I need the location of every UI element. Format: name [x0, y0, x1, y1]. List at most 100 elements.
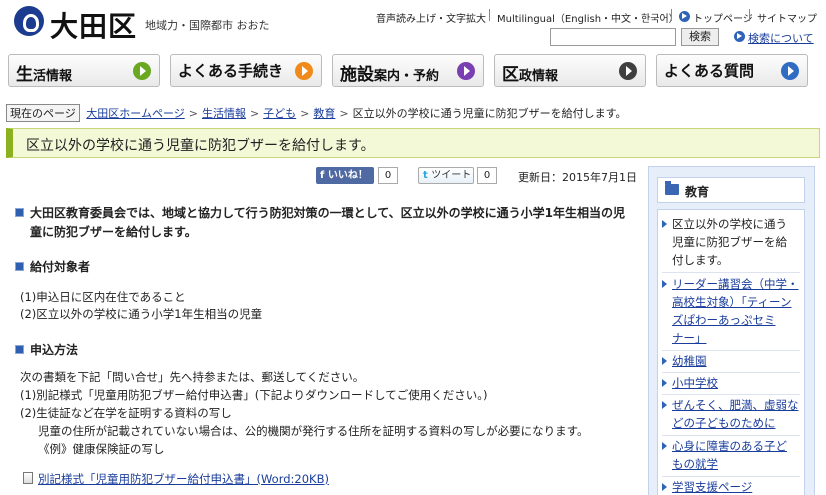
page-title-bar: 区立以外の学校に通う児童に防犯ブザーを給付します。: [6, 128, 820, 158]
util-divider: [489, 9, 490, 21]
sidebar-divider: [662, 394, 800, 395]
like-count: 0: [378, 167, 398, 184]
sidebar-divider: [662, 476, 800, 477]
page-title: 区立以外の学校に通う児童に防犯ブザーを給付します。: [26, 138, 375, 154]
tweet-count: 0: [477, 167, 497, 184]
apply-line: (2)生徒証など在学を証明する資料の写し: [20, 406, 232, 420]
sidebar-item-study-support[interactable]: 学習支援ページ: [662, 478, 800, 495]
breadcrumb-separator: >: [188, 107, 198, 120]
sidebar-divider: [662, 350, 800, 351]
sidebar-item-line[interactable]: どの子どものために: [662, 414, 800, 432]
triangle-bullet-icon: [662, 401, 667, 409]
triangle-bullet-icon: [662, 379, 667, 387]
site-header: 大田区 地域力・国際都市 おおた 音声読み上げ・文字拡大 Multilingua…: [0, 0, 826, 50]
nav-label: 政情報: [519, 69, 559, 84]
sidebar-item-line[interactable]: 高校生対象）「ティーン: [662, 293, 800, 311]
arrow-circle-icon: [619, 62, 637, 80]
sidebar-item-line: 区立以外の学校に通う: [672, 217, 787, 231]
sidebar-item-leader-seminar[interactable]: リーダー講習会（中学・ 高校生対象）「ティーン ズぱわーあっぷセミ ナー」: [662, 275, 800, 347]
sidebar-item-line[interactable]: 学習支援ページ: [662, 478, 800, 495]
arrow-circle-icon: [679, 11, 690, 22]
breadcrumb-home[interactable]: 大田区ホームページ: [86, 107, 184, 120]
tweet-button[interactable]: t ツイート: [418, 167, 474, 184]
sidebar-item-line[interactable]: 幼稚園: [662, 352, 800, 370]
breadcrumb-education[interactable]: 教育: [313, 107, 335, 120]
sidebar-item-current: 区立以外の学校に通う 児童に防犯ブザーを給 付します。: [662, 215, 800, 269]
facebook-icon: f: [320, 170, 328, 181]
breadcrumb-separator: >: [339, 107, 349, 120]
sidebar-item-line: 付します。: [672, 253, 729, 267]
tweet-label: ツイート: [431, 170, 472, 181]
sidebar-item-schools[interactable]: 小中学校: [662, 374, 800, 392]
breadcrumb: 現在のページ 大田区ホームページ > 生活情報 > 子ども > 教育 > 区立以外の学校に通う児…: [6, 104, 627, 122]
search-help-link[interactable]: 検索について: [748, 30, 814, 46]
sidebar-item-line[interactable]: もの就学: [662, 455, 800, 473]
site-tagline: 地域力・国際都市 おおた: [145, 19, 270, 32]
like-label: いいね！: [327, 170, 368, 181]
word-document-icon: [23, 472, 33, 484]
arrow-circle-icon: [734, 31, 745, 42]
breadcrumb-separator: >: [249, 107, 260, 120]
nav-label: よくある質問: [664, 62, 755, 80]
nav-faq[interactable]: よくある質問: [656, 54, 808, 87]
breadcrumb-current: 区立以外の学校に通う児童に防犯ブザーを給付します。: [352, 107, 627, 120]
sidebar-item-kindergarten[interactable]: 幼稚園: [662, 352, 800, 370]
sidebar-divider: [662, 435, 800, 436]
sidebar-heading: 教育: [685, 185, 710, 199]
util-divider: [671, 9, 672, 21]
nav-label: 活情報: [33, 69, 73, 84]
sitemap-link[interactable]: サイトマップ: [757, 10, 817, 25]
heading-square-icon: [15, 262, 24, 271]
nav-label-big: 区: [502, 65, 519, 85]
heading-square-icon: [15, 345, 24, 354]
nav-common-procedures[interactable]: よくある手続き: [170, 54, 322, 87]
sidebar-item-line[interactable]: 小中学校: [662, 374, 800, 392]
breadcrumb-current-label: 現在のページ: [6, 104, 80, 122]
sidebar-list: 区立以外の学校に通う 児童に防犯ブザーを給 付します。 リーダー講習会（中学・ …: [657, 209, 805, 495]
eligibility-item: (1)申込日に区内在住であること: [20, 290, 186, 304]
breadcrumb-life-info[interactable]: 生活情報: [202, 107, 246, 120]
sidebar-item-line[interactable]: ぜんそく、肥満、虚弱な: [662, 396, 800, 414]
lead-paragraph: 大田区教育委員会では、地域と協力して行う防犯対策の一環として、区立以外の学校に通…: [30, 206, 626, 239]
application-form-download-link[interactable]: 別記様式「児童用防犯ブザー給付申込書」(Word:20KB): [38, 471, 329, 487]
nav-label-big: 生: [16, 65, 33, 85]
sidebar-item-line[interactable]: ズぱわーあっぷセミ: [662, 311, 800, 329]
apply-line: 児童の住所が記載されていない場合は、公的機関が発行する住所を証明する資料の写しが…: [38, 424, 589, 438]
top-page-link[interactable]: トップページ: [693, 10, 753, 25]
nav-label: よくある手続き: [178, 62, 284, 80]
city-emblem-icon[interactable]: [14, 6, 44, 36]
nav-life-info[interactable]: 生活情報: [8, 54, 160, 87]
search-button[interactable]: 検索: [681, 28, 719, 46]
nav-facilities[interactable]: 施設案内・予約: [332, 54, 484, 87]
sidebar-item-line: 児童に防犯ブザーを給: [672, 235, 787, 249]
nav-label: 案内・予約: [374, 69, 440, 84]
multilingual-link[interactable]: Multilingual（English・中文・한국어）: [497, 10, 679, 25]
triangle-bullet-icon: [662, 442, 667, 450]
heading-square-icon: [15, 208, 24, 217]
sidebar-item-line[interactable]: 心身に障害のある子ど: [662, 437, 800, 455]
arrow-circle-icon: [133, 62, 151, 80]
sidebar-item-line[interactable]: リーダー講習会（中学・: [662, 275, 800, 293]
eligibility-item: (2)区立以外の学校に通う小学1年生相当の児童: [20, 307, 263, 321]
sidebar-heading-box: 教育: [657, 177, 805, 203]
breadcrumb-separator: >: [300, 107, 310, 120]
folder-icon: [665, 181, 679, 195]
nav-administration[interactable]: 区政情報: [494, 54, 646, 87]
arrow-circle-icon: [781, 62, 799, 80]
sidebar-divider: [662, 272, 800, 273]
apply-line: (1)別記様式「児童用防犯ブザー給付申込書」(下記よりダウンロードしてご使用くだ…: [20, 388, 488, 402]
sidebar-item-line[interactable]: ナー」: [662, 329, 800, 347]
util-divider: [749, 9, 750, 21]
facebook-like-button[interactable]: f いいね！: [316, 167, 374, 184]
arrow-circle-icon: [295, 62, 313, 80]
apply-heading: 申込方法: [30, 343, 79, 357]
sidebar-item-special-needs[interactable]: 心身に障害のある子ど もの就学: [662, 437, 800, 473]
breadcrumb-children[interactable]: 子ども: [263, 107, 296, 120]
sidebar-item-health-children[interactable]: ぜんそく、肥満、虚弱な どの子どものために: [662, 396, 800, 432]
triangle-bullet-icon: [662, 483, 667, 491]
search-input[interactable]: [550, 28, 676, 46]
read-aloud-link[interactable]: 音声読み上げ・文字拡大: [376, 10, 486, 25]
triangle-bullet-icon: [662, 280, 667, 288]
triangle-bullet-icon: [662, 220, 667, 228]
site-name-logo[interactable]: 大田区: [50, 5, 137, 45]
